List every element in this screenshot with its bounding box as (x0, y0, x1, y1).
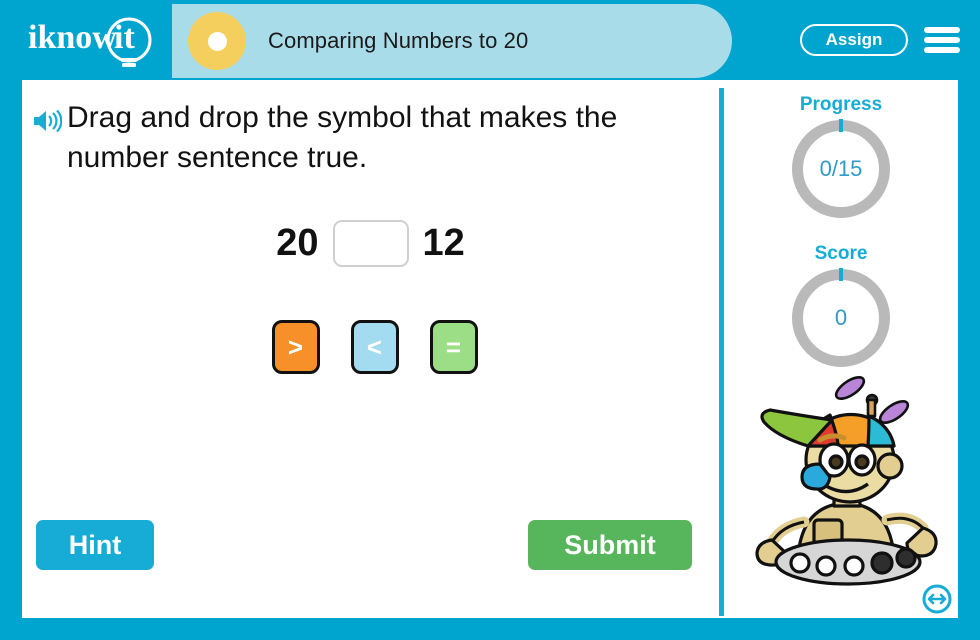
progress-value: 0/15 (819, 156, 863, 181)
score-ring: 0 (792, 268, 890, 367)
submit-button[interactable]: Submit (528, 520, 692, 570)
lesson-title-banner: Comparing Numbers to 20 (172, 4, 732, 78)
score-label: Score (814, 243, 868, 264)
lesson-marker-dot-icon (188, 12, 246, 70)
question-panel: Drag and drop the symbol that makes the … (22, 80, 719, 618)
score-value: 0 (834, 305, 848, 330)
hint-button[interactable]: Hint (36, 520, 154, 570)
content-card: Drag and drop the symbol that makes the … (22, 80, 958, 618)
svg-text:it: it (114, 19, 135, 56)
hamburger-menu-icon[interactable] (924, 24, 960, 56)
speaker-audio-icon[interactable] (32, 108, 63, 139)
left-number: 20 (276, 222, 319, 264)
app-header: iknow it Comparing Numbers to 20 Assign (0, 0, 980, 80)
app-frame: iknow it Comparing Numbers to 20 Assign (0, 0, 980, 640)
iknowit-logo[interactable]: iknow it (26, 14, 166, 70)
resize-expand-icon[interactable] (922, 584, 952, 614)
instruction-row: Drag and drop the symbol that makes the … (32, 98, 702, 178)
svg-text:iknow: iknow (28, 19, 117, 56)
right-number: 12 (422, 222, 465, 264)
instruction-text: Drag and drop the symbol that makes the … (67, 101, 618, 174)
answer-drop-slot[interactable] (332, 220, 409, 267)
robot-mascot-icon (742, 372, 942, 587)
progress-meter: Progress 0/15 (724, 94, 958, 218)
assign-button[interactable]: Assign (800, 24, 908, 56)
score-meter: Score 0 (724, 243, 958, 367)
status-panel: Progress 0/15 Score 0 (724, 80, 958, 618)
symbol-tile-less-than[interactable]: < (350, 320, 399, 374)
progress-label: Progress (799, 94, 883, 115)
symbol-tile-equals[interactable]: = (429, 320, 478, 374)
symbol-tile-greater-than[interactable]: > (271, 320, 320, 374)
number-sentence: 20 12 (22, 220, 719, 267)
lesson-title: Comparing Numbers to 20 (268, 28, 529, 53)
progress-ring: 0/15 (792, 119, 890, 218)
symbol-tray: > < = (22, 320, 719, 374)
